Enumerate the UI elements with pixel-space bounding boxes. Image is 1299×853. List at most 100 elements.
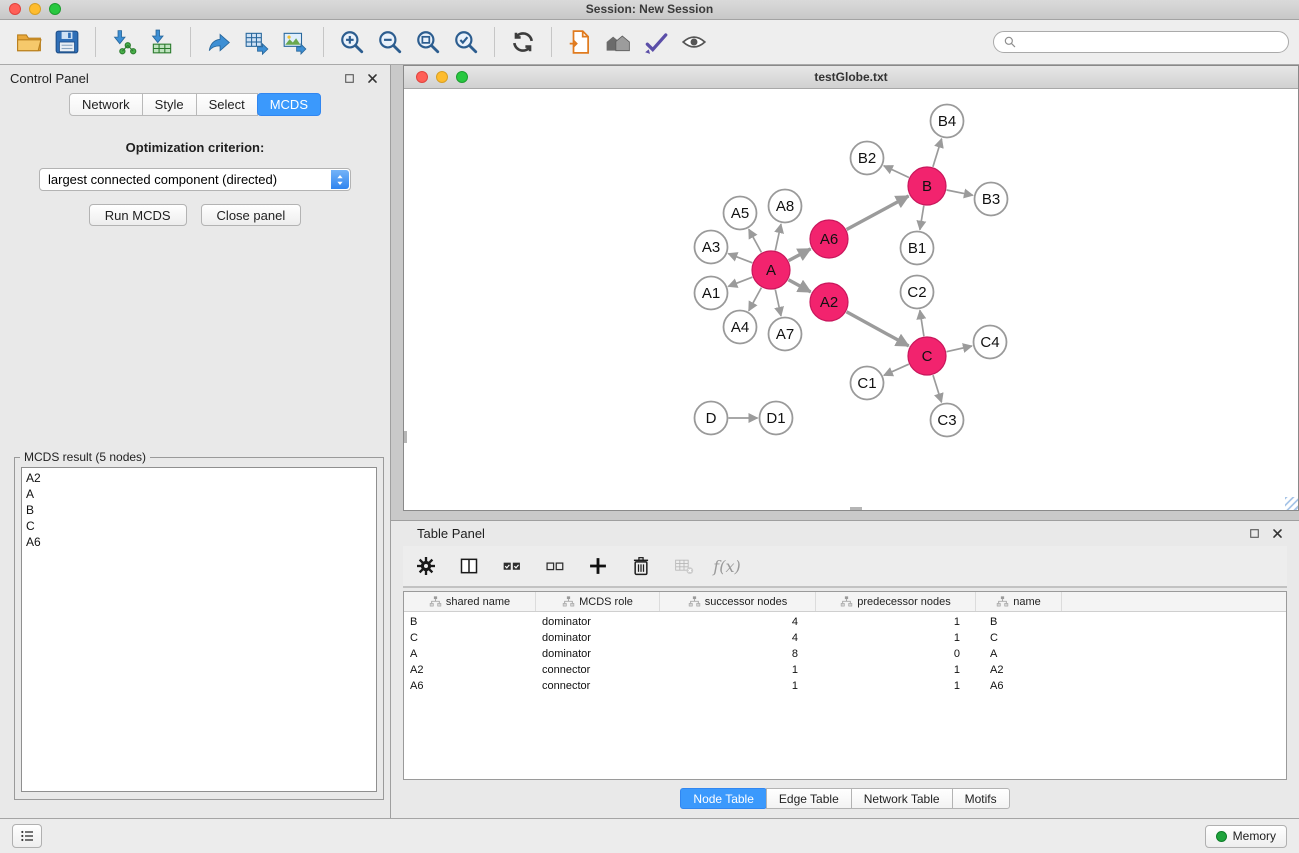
graph-edge-C-C4[interactable] <box>947 346 972 352</box>
select-all-rows-button[interactable] <box>499 553 525 579</box>
table-row[interactable]: A2connector11A2 <box>404 662 1286 678</box>
export-network-button[interactable] <box>200 23 238 61</box>
tab-node-table[interactable]: Node Table <box>680 788 767 809</box>
mcds-result-item[interactable]: A2 <box>26 470 372 486</box>
graph-node-A[interactable]: A <box>752 251 790 289</box>
table-settings-button[interactable] <box>413 553 439 579</box>
graph-edge-A-A8[interactable] <box>775 224 781 250</box>
graph-edge-A2-C[interactable] <box>847 312 909 346</box>
run-mcds-button[interactable]: Run MCDS <box>89 204 187 226</box>
float-table-panel-button[interactable] <box>1246 526 1262 542</box>
table-row[interactable]: Adominator80A <box>404 646 1286 662</box>
graph-edge-B-B4[interactable] <box>933 139 942 167</box>
search-input[interactable] <box>1022 34 1279 50</box>
graph-node-A2[interactable]: A2 <box>810 283 848 321</box>
graph-edge-B-B2[interactable] <box>884 166 909 178</box>
zoom-out-button[interactable] <box>371 23 409 61</box>
close-table-panel-button[interactable] <box>1269 526 1285 542</box>
tab-network[interactable]: Network <box>69 93 143 116</box>
graph-edge-A-A1[interactable] <box>728 277 752 286</box>
zoom-window-button[interactable] <box>49 3 61 15</box>
graph-node-A7[interactable]: A7 <box>769 318 802 351</box>
task-history-button[interactable] <box>12 824 42 848</box>
search-field[interactable] <box>993 31 1289 53</box>
zoom-selected-button[interactable] <box>447 23 485 61</box>
graph-node-A1[interactable]: A1 <box>695 277 728 310</box>
export-table-button[interactable] <box>238 23 276 61</box>
close-panel-action-button[interactable]: Close panel <box>201 204 302 226</box>
graph-node-C2[interactable]: C2 <box>901 276 934 309</box>
graph-node-C4[interactable]: C4 <box>974 326 1007 359</box>
table-row[interactable]: A6connector11A6 <box>404 678 1286 694</box>
graph-edge-A-A3[interactable] <box>728 254 752 263</box>
tab-select[interactable]: Select <box>196 93 258 116</box>
show-graphics-details-button[interactable] <box>675 23 713 61</box>
graph-edge-B-B1[interactable] <box>920 206 924 230</box>
graph-node-B2[interactable]: B2 <box>851 142 884 175</box>
graph-node-C3[interactable]: C3 <box>931 404 964 437</box>
import-table-button[interactable] <box>143 23 181 61</box>
graph-node-C1[interactable]: C1 <box>851 367 884 400</box>
graph-edge-A-A2[interactable] <box>789 280 811 292</box>
home-button[interactable] <box>599 23 637 61</box>
float-control-panel-button[interactable] <box>341 70 357 86</box>
table-row[interactable]: Bdominator41B <box>404 614 1286 630</box>
mcds-result-item[interactable]: A <box>26 486 372 502</box>
horizontal-scrollbar[interactable] <box>850 507 862 510</box>
deselect-all-rows-button[interactable] <box>542 553 568 579</box>
graph-edge-C-C1[interactable] <box>884 364 909 375</box>
mcds-result-list[interactable]: A2ABCA6 <box>21 467 377 792</box>
export-image-button[interactable] <box>276 23 314 61</box>
session-file-button[interactable] <box>561 23 599 61</box>
resize-handle[interactable] <box>1285 497 1298 510</box>
graph-node-A8[interactable]: A8 <box>769 190 802 223</box>
graph-edge-A-A5[interactable] <box>749 229 762 252</box>
column-header-successor-nodes[interactable]: successor nodes <box>660 592 816 611</box>
memory-button[interactable]: Memory <box>1205 825 1287 848</box>
graph-node-B1[interactable]: B1 <box>901 232 934 265</box>
graph-node-A6[interactable]: A6 <box>810 220 848 258</box>
graph-edge-B-B3[interactable] <box>947 190 973 195</box>
graph-node-A5[interactable]: A5 <box>724 197 757 230</box>
tab-edge-table[interactable]: Edge Table <box>766 788 852 809</box>
close-control-panel-button[interactable] <box>364 70 380 86</box>
tab-network-table[interactable]: Network Table <box>851 788 953 809</box>
column-header-predecessor-nodes[interactable]: predecessor nodes <box>816 592 976 611</box>
close-window-button[interactable] <box>9 3 21 15</box>
open-session-button[interactable] <box>10 23 48 61</box>
import-network-button[interactable] <box>105 23 143 61</box>
column-header-shared-name[interactable]: shared name <box>404 592 536 611</box>
tab-style[interactable]: Style <box>142 93 197 116</box>
graph-node-B3[interactable]: B3 <box>975 183 1008 216</box>
zoom-in-button[interactable] <box>333 23 371 61</box>
apply-style-button[interactable] <box>637 23 675 61</box>
graph-node-A3[interactable]: A3 <box>695 231 728 264</box>
mcds-result-item[interactable]: C <box>26 518 372 534</box>
minimize-window-button[interactable] <box>29 3 41 15</box>
optimization-criterion-select[interactable]: largest connected component (directed) <box>39 168 351 191</box>
column-header-mcds-role[interactable]: MCDS role <box>536 592 660 611</box>
zoom-network-window-button[interactable] <box>456 71 468 83</box>
column-header-name[interactable]: name <box>976 592 1062 611</box>
network-window-titlebar[interactable]: testGlobe.txt <box>404 66 1298 89</box>
mcds-result-item[interactable]: B <box>26 502 372 518</box>
graph-node-C[interactable]: C <box>908 337 946 375</box>
graph-node-A4[interactable]: A4 <box>724 311 757 344</box>
minimize-network-window-button[interactable] <box>436 71 448 83</box>
close-network-window-button[interactable] <box>416 71 428 83</box>
save-session-button[interactable] <box>48 23 86 61</box>
network-canvas[interactable]: B4B2BB3A8A5A6A3B1AA1C2A2A4A7C4CC1C3DD1 <box>404 89 1298 510</box>
vertical-scrollbar[interactable] <box>404 431 407 443</box>
delete-columns-button[interactable] <box>628 553 654 579</box>
graph-edge-A6-B[interactable] <box>847 196 909 230</box>
create-column-button[interactable] <box>585 553 611 579</box>
apply-layout-button[interactable] <box>504 23 542 61</box>
show-columns-button[interactable] <box>456 553 482 579</box>
graph-edge-C-C2[interactable] <box>920 310 924 336</box>
tab-motifs[interactable]: Motifs <box>952 788 1010 809</box>
tab-mcds[interactable]: MCDS <box>257 93 321 116</box>
graph-node-D1[interactable]: D1 <box>760 402 793 435</box>
graph-edge-A-A4[interactable] <box>749 288 762 311</box>
graph-edge-A-A6[interactable] <box>789 249 811 261</box>
graph-node-B[interactable]: B <box>908 167 946 205</box>
